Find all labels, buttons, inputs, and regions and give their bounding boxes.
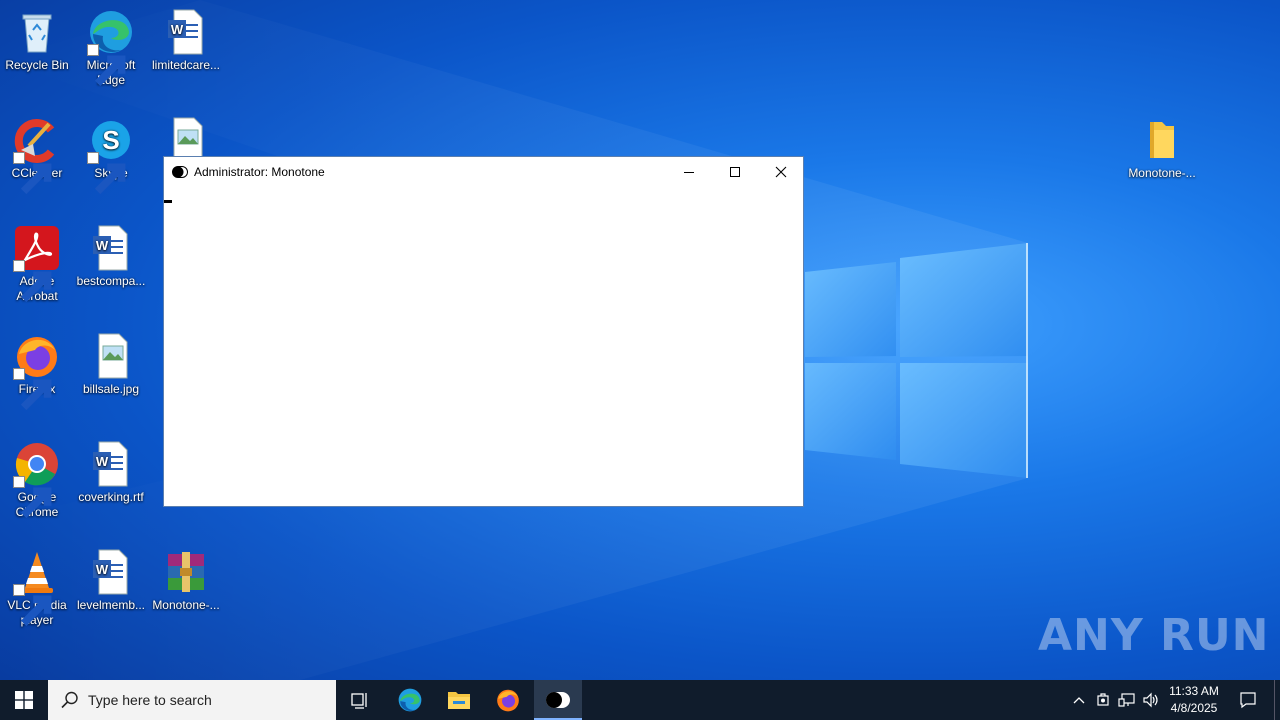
monotone-app-icon bbox=[172, 166, 188, 178]
desktop-icon-google-chrome[interactable]: Google Chrome bbox=[0, 440, 75, 520]
desktop-icon-microsoft-edge[interactable]: Microsoft Edge bbox=[73, 8, 149, 88]
desktop-icon-recycle-bin[interactable]: Recycle Bin bbox=[0, 8, 75, 73]
clock-date: 4/8/2025 bbox=[1170, 701, 1218, 715]
desktop-icon-image-billsale[interactable]: billsale.jpg bbox=[73, 332, 149, 397]
desktop-icon-skype[interactable]: S Skype bbox=[73, 116, 149, 195]
edge-icon bbox=[87, 8, 135, 87]
icon-label: Recycle Bin bbox=[5, 58, 69, 72]
taskbar: Type here to search 11:33 AM 4/8/2025 bbox=[0, 680, 1280, 720]
shortcut-arrow-icon bbox=[13, 476, 52, 519]
desktop-icon-word-doc-levelmemb[interactable]: W levelmemb... bbox=[73, 548, 149, 613]
network-icon bbox=[1118, 693, 1135, 707]
firefox-icon bbox=[13, 332, 61, 411]
windows-logo-icon bbox=[15, 691, 33, 709]
word-document-icon: W bbox=[87, 548, 135, 596]
word-document-icon: W bbox=[87, 224, 135, 272]
icon-label: Monotone-... bbox=[152, 598, 220, 612]
image-file-icon bbox=[87, 332, 135, 380]
shortcut-arrow-icon bbox=[13, 152, 52, 195]
clock-button[interactable]: 11:33 AM 4/8/2025 bbox=[1160, 683, 1228, 717]
tray-app-icon bbox=[1097, 693, 1109, 706]
icon-label: billsale.jpg bbox=[82, 382, 140, 396]
word-document-icon: W bbox=[87, 440, 135, 488]
taskbar-monotone-button[interactable] bbox=[534, 680, 582, 720]
vlc-cone-icon bbox=[13, 548, 61, 627]
edge-icon bbox=[398, 688, 422, 712]
tray-app-button[interactable] bbox=[1092, 680, 1114, 720]
notification-icon bbox=[1240, 692, 1256, 709]
svg-text:W: W bbox=[96, 238, 109, 253]
icon-label: Monotone-... bbox=[1128, 166, 1196, 180]
icon-label: bestcompa... bbox=[76, 274, 146, 288]
icon-label: coverking.rtf bbox=[78, 490, 144, 504]
anyrun-watermark: ANY RUN bbox=[1038, 610, 1270, 661]
winrar-archive-icon bbox=[162, 548, 210, 596]
speaker-icon bbox=[1143, 692, 1158, 708]
acrobat-icon bbox=[13, 224, 61, 303]
recycle-bin-icon bbox=[13, 8, 61, 56]
minimize-button[interactable] bbox=[666, 157, 712, 187]
skype-icon: S bbox=[87, 116, 135, 195]
desktop-icon-firefox[interactable]: Firefox bbox=[0, 332, 75, 411]
show-hidden-icons-button[interactable] bbox=[1068, 680, 1090, 720]
action-center-button[interactable] bbox=[1232, 680, 1264, 720]
clock-time: 11:33 AM bbox=[1169, 684, 1219, 698]
desktop-icon-winrar-monotone[interactable]: Monotone-... bbox=[148, 548, 224, 613]
volume-button[interactable] bbox=[1140, 680, 1162, 720]
search-placeholder: Type here to search bbox=[88, 692, 212, 708]
file-explorer-icon bbox=[448, 692, 470, 709]
desktop-icon-word-doc-bestcompa[interactable]: W bestcompa... bbox=[73, 224, 149, 289]
window-title-bar[interactable]: Administrator: Monotone bbox=[164, 157, 803, 187]
start-button[interactable] bbox=[0, 680, 48, 720]
monotone-console-window[interactable]: Administrator: Monotone bbox=[163, 156, 804, 507]
task-view-button[interactable] bbox=[336, 680, 384, 720]
desktop-icon-adobe-acrobat[interactable]: Adobe Acrobat bbox=[0, 224, 75, 304]
shortcut-arrow-icon bbox=[87, 152, 126, 195]
search-icon bbox=[61, 691, 78, 709]
maximize-icon bbox=[730, 167, 740, 177]
network-button[interactable] bbox=[1116, 680, 1138, 720]
taskbar-file-explorer-button[interactable] bbox=[435, 680, 483, 720]
icon-label: limitedcare... bbox=[151, 58, 221, 72]
icon-label: levelmemb... bbox=[76, 598, 146, 612]
taskbar-edge-button[interactable] bbox=[386, 680, 434, 720]
word-document-icon: W bbox=[162, 8, 210, 56]
shortcut-arrow-icon bbox=[13, 368, 52, 411]
chevron-up-icon bbox=[1073, 697, 1085, 704]
folder-icon bbox=[1138, 116, 1186, 164]
svg-text:W: W bbox=[96, 562, 109, 577]
taskbar-search-box[interactable]: Type here to search bbox=[48, 680, 336, 720]
svg-text:W: W bbox=[171, 22, 184, 37]
svg-text:W: W bbox=[96, 454, 109, 469]
taskbar-firefox-button[interactable] bbox=[484, 680, 532, 720]
task-view-icon bbox=[351, 693, 367, 709]
desktop-icon-word-doc-limitedcare[interactable]: W limitedcare... bbox=[148, 8, 224, 73]
window-title: Administrator: Monotone bbox=[194, 165, 325, 179]
desktop-icon-ccleaner[interactable]: CCleaner bbox=[0, 116, 75, 195]
maximize-button[interactable] bbox=[712, 157, 758, 187]
minimize-icon bbox=[684, 172, 694, 173]
close-button[interactable] bbox=[758, 157, 804, 187]
shortcut-arrow-icon bbox=[13, 584, 52, 627]
desktop-icon-vlc[interactable]: VLC media player bbox=[0, 548, 75, 628]
desktop-icon-word-doc-coverking[interactable]: W coverking.rtf bbox=[73, 440, 149, 505]
firefox-icon bbox=[497, 689, 519, 712]
svg-text:S: S bbox=[102, 125, 119, 155]
ccleaner-icon bbox=[13, 116, 61, 195]
monotone-app-icon bbox=[546, 692, 570, 708]
close-icon bbox=[775, 166, 787, 178]
desktop-icon-folder-monotone[interactable]: Monotone-... bbox=[1124, 116, 1200, 181]
show-desktop-button[interactable] bbox=[1274, 680, 1280, 720]
shortcut-arrow-icon bbox=[13, 260, 52, 303]
text-cursor bbox=[164, 200, 172, 203]
chrome-icon bbox=[13, 440, 61, 519]
shortcut-arrow-icon bbox=[87, 44, 126, 87]
